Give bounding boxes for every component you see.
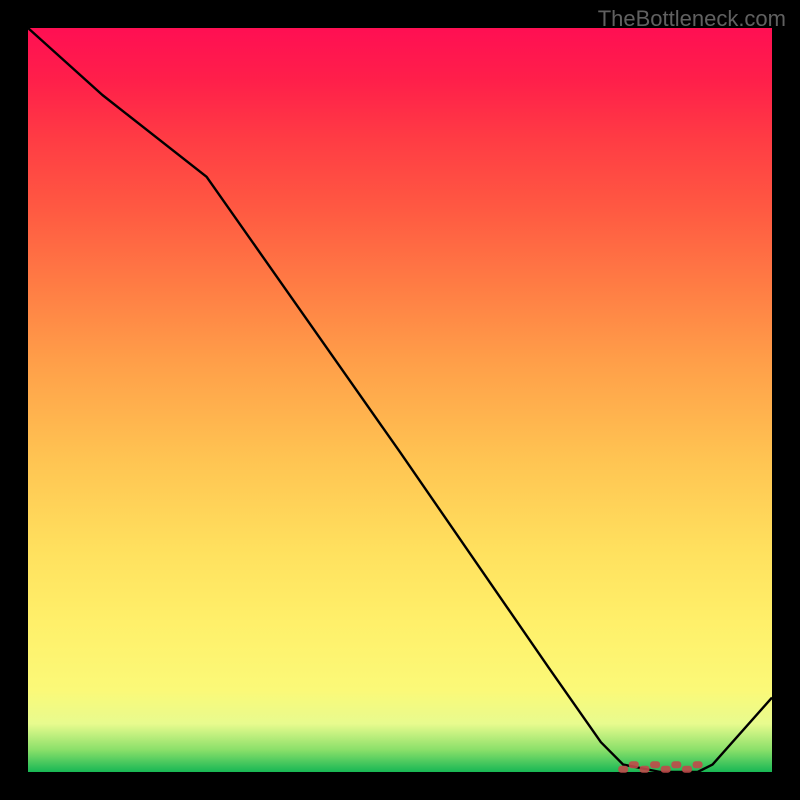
marker-dot: [640, 766, 650, 773]
marker-dot: [693, 761, 703, 768]
watermark-text: TheBottleneck.com: [598, 6, 786, 32]
marker-dot: [661, 766, 671, 773]
marker-dot: [629, 761, 639, 768]
chart-svg: [0, 0, 800, 800]
marker-dot: [650, 761, 660, 768]
marker-dot: [682, 766, 692, 773]
marker-dot: [618, 766, 628, 773]
chart-curve: [28, 28, 772, 772]
chart-frame: TheBottleneck.com: [0, 0, 800, 800]
marker-dot: [671, 761, 681, 768]
